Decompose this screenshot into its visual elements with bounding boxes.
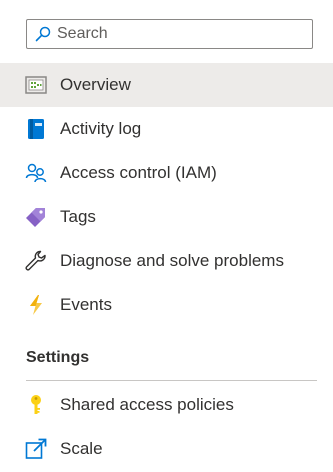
nav-item-overview[interactable]: Overview [0, 63, 333, 107]
nav-item-label: Scale [60, 439, 103, 458]
nav-item-label: Events [60, 295, 112, 314]
nav-item-events[interactable]: Events [0, 283, 333, 327]
lightning-icon [25, 294, 47, 316]
overview-icon [25, 74, 47, 96]
nav-item-diagnose[interactable]: Diagnose and solve problems [0, 239, 333, 283]
nav-item-label: Diagnose and solve problems [60, 251, 284, 270]
section-divider [26, 380, 317, 381]
access-control-icon [25, 162, 47, 184]
search-icon [35, 26, 51, 42]
activity-log-icon [25, 118, 47, 140]
nav-item-label: Activity log [60, 119, 142, 138]
wrench-icon [25, 250, 47, 272]
nav-menu: Overview Activity log Access control (IA… [0, 63, 333, 327]
nav-item-label: Overview [60, 75, 131, 94]
nav-item-label: Access control (IAM) [60, 163, 217, 182]
nav-item-access-control[interactable]: Access control (IAM) [0, 151, 333, 195]
scale-icon [25, 438, 47, 460]
nav-item-tags[interactable]: Tags [0, 195, 333, 239]
tag-icon [25, 206, 47, 228]
nav-item-activity-log[interactable]: Activity log [0, 107, 333, 151]
key-icon [25, 394, 47, 416]
nav-item-scale[interactable]: Scale [0, 427, 333, 471]
settings-section-header: Settings [26, 349, 90, 366]
search-box[interactable] [26, 19, 313, 49]
nav-item-label: Tags [60, 207, 96, 226]
search-input[interactable] [57, 25, 297, 43]
nav-item-label: Shared access policies [60, 395, 234, 414]
settings-menu: Shared access policies Scale [0, 383, 333, 471]
nav-item-shared-access-policies[interactable]: Shared access policies [0, 383, 333, 427]
